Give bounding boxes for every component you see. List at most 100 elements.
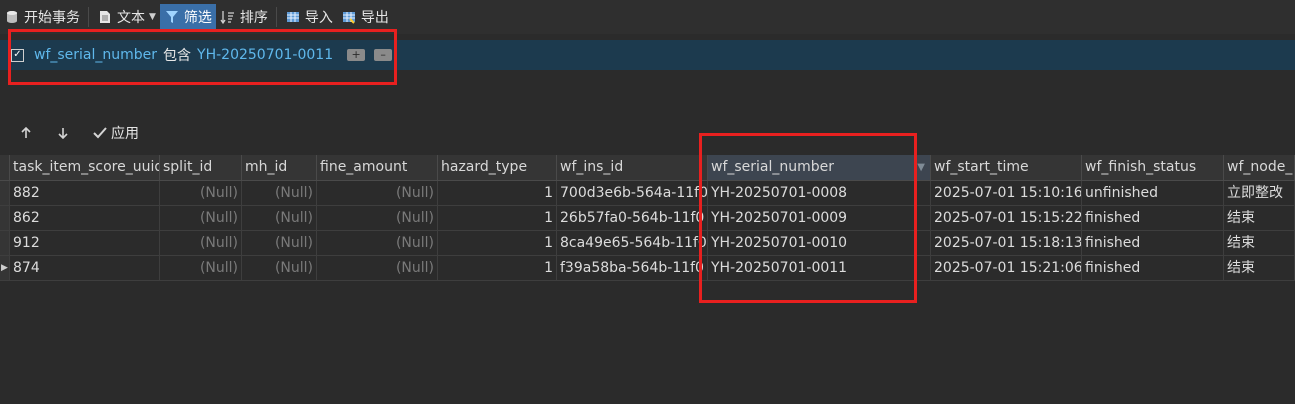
cell-wf-start-time[interactable]: 2025-07-01 15:10:16 [931, 181, 1082, 206]
cell-fine-amount[interactable]: (Null) [317, 256, 438, 281]
row-indicator-header [0, 155, 10, 181]
import-button[interactable]: 导入 [281, 4, 337, 30]
cell-wf-start-time[interactable]: 2025-07-01 15:21:06 [931, 256, 1082, 281]
filter-field-name[interactable]: wf_serial_number [34, 47, 157, 63]
text-view-button[interactable]: 文本 ▼ [93, 4, 160, 30]
filter-button[interactable]: 筛选 [159, 4, 216, 30]
column-header-label: wf_serial_number [711, 159, 835, 175]
add-filter-button[interactable]: + [347, 49, 366, 61]
apply-filter-button[interactable]: 应用 [92, 123, 139, 143]
database-icon [4, 9, 20, 25]
move-down-button[interactable] [55, 125, 74, 141]
filter-enabled-checkbox[interactable]: ✓ [11, 48, 24, 62]
cell-split-id[interactable]: (Null) [160, 181, 242, 206]
checkmark-icon [92, 125, 108, 141]
column-header[interactable]: hazard_type [438, 155, 557, 181]
cell-wf-serial-number[interactable]: YH-20250701-0009 [708, 206, 931, 231]
table-row[interactable]: 912 (Null) (Null) (Null) 1 8ca49e65-564b… [0, 231, 1295, 256]
cell-wf-ins-id[interactable]: 8ca49e65-564b-11f0 [557, 231, 708, 256]
cell-mh-id[interactable]: (Null) [242, 231, 317, 256]
cell-fine-amount[interactable]: (Null) [317, 231, 438, 256]
cell-task-item-score-uuid[interactable]: 882 [10, 181, 160, 206]
arrow-up-icon [18, 125, 34, 141]
cell-mh-id[interactable]: (Null) [242, 206, 317, 231]
text-view-label: 文本 [117, 10, 145, 26]
row-indicator[interactable] [0, 206, 10, 231]
cell-wf-serial-number[interactable]: YH-20250701-0010 [708, 231, 931, 256]
toolbar-separator [275, 7, 277, 27]
cell-fine-amount[interactable]: (Null) [317, 181, 438, 206]
column-header[interactable]: wf_start_time [931, 155, 1082, 181]
column-header[interactable]: wf_node_ [1224, 155, 1295, 181]
cell-wf-node[interactable]: 结束 [1224, 206, 1295, 231]
import-table-icon [285, 9, 301, 25]
row-indicator[interactable] [0, 231, 10, 256]
apply-label: 应用 [111, 126, 139, 142]
cell-wf-start-time[interactable]: 2025-07-01 15:18:13 [931, 231, 1082, 256]
filter-criteria-row: ✓ wf_serial_number 包含 YH-20250701-0011 +… [0, 40, 1295, 70]
cell-split-id[interactable]: (Null) [160, 231, 242, 256]
main-toolbar: 开始事务 文本 ▼ 筛选 排序 导入 导出 [0, 0, 1295, 34]
sort-button[interactable]: 排序 [216, 4, 272, 30]
remove-filter-button[interactable]: – [374, 49, 393, 61]
cell-wf-finish-status[interactable]: finished [1082, 231, 1224, 256]
export-label: 导出 [360, 10, 389, 26]
cell-wf-node[interactable]: 结束 [1224, 231, 1295, 256]
filter-operator[interactable]: 包含 [163, 45, 191, 65]
column-header[interactable]: split_id [160, 155, 242, 181]
cell-hazard-type[interactable]: 1 [438, 256, 557, 281]
cell-task-item-score-uuid[interactable]: 862 [10, 206, 160, 231]
data-grid: task_item_score_uuid split_id mh_id fine… [0, 155, 1295, 281]
table-row-current[interactable]: ▶ 874 (Null) (Null) (Null) 1 f39a58ba-56… [0, 256, 1295, 281]
current-row-arrow-icon[interactable]: ▶ [0, 256, 10, 281]
cell-task-item-score-uuid[interactable]: 912 [10, 231, 160, 256]
cell-hazard-type[interactable]: 1 [438, 206, 557, 231]
grid-header-row: task_item_score_uuid split_id mh_id fine… [0, 155, 1295, 181]
filter-label: 筛选 [183, 10, 212, 26]
cell-wf-finish-status[interactable]: unfinished [1082, 181, 1224, 206]
column-header[interactable]: wf_ins_id [557, 155, 708, 181]
cell-split-id[interactable]: (Null) [160, 256, 242, 281]
cell-wf-serial-number[interactable]: YH-20250701-0011 [708, 256, 931, 281]
column-header-filtered[interactable]: wf_serial_number ▼ [708, 155, 931, 181]
cell-wf-serial-number[interactable]: YH-20250701-0008 [708, 181, 931, 206]
cell-wf-ins-id[interactable]: f39a58ba-564b-11f0 [557, 256, 708, 281]
filter-actions-bar: 应用 [0, 122, 139, 144]
cell-split-id[interactable]: (Null) [160, 206, 242, 231]
cell-wf-ins-id[interactable]: 700d3e6b-564a-11f0 [557, 181, 708, 206]
toolbar-separator [88, 7, 89, 27]
filter-value[interactable]: YH-20250701-0011 [197, 47, 333, 63]
column-header[interactable]: mh_id [242, 155, 317, 181]
cell-hazard-type[interactable]: 1 [438, 181, 557, 206]
table-row[interactable]: 882 (Null) (Null) (Null) 1 700d3e6b-564a… [0, 181, 1295, 206]
cell-wf-ins-id[interactable]: 26b57fa0-564b-11f0 [557, 206, 708, 231]
import-label: 导入 [304, 10, 333, 26]
cell-wf-finish-status[interactable]: finished [1082, 256, 1224, 281]
export-button[interactable]: 导出 [337, 4, 393, 30]
cell-task-item-score-uuid[interactable]: 874 [10, 256, 160, 281]
column-header[interactable]: fine_amount [317, 155, 438, 181]
column-header[interactable]: wf_finish_status [1082, 155, 1224, 181]
export-table-icon [341, 9, 357, 25]
sort-label: 排序 [239, 10, 268, 26]
cell-wf-start-time[interactable]: 2025-07-01 15:15:22 [931, 206, 1082, 231]
table-row[interactable]: 862 (Null) (Null) (Null) 1 26b57fa0-564b… [0, 206, 1295, 231]
cell-hazard-type[interactable]: 1 [438, 231, 557, 256]
cell-mh-id[interactable]: (Null) [242, 256, 317, 281]
cell-wf-finish-status[interactable]: finished [1082, 206, 1224, 231]
chevron-down-icon[interactable]: ▼ [149, 12, 156, 22]
cell-mh-id[interactable]: (Null) [242, 181, 317, 206]
sort-icon [220, 9, 236, 25]
begin-transaction-button[interactable]: 开始事务 [0, 4, 84, 30]
cell-fine-amount[interactable]: (Null) [317, 206, 438, 231]
begin-transaction-label: 开始事务 [24, 10, 80, 26]
cell-wf-node[interactable]: 立即整改 [1224, 181, 1295, 206]
move-up-button[interactable] [18, 125, 37, 141]
row-indicator[interactable] [0, 181, 10, 206]
arrow-down-icon [55, 125, 71, 141]
document-icon [97, 9, 113, 25]
column-filter-icon[interactable]: ▼ [917, 155, 925, 180]
funnel-icon [164, 9, 180, 25]
column-header[interactable]: task_item_score_uuid [10, 155, 160, 181]
cell-wf-node[interactable]: 结束 [1224, 256, 1295, 281]
